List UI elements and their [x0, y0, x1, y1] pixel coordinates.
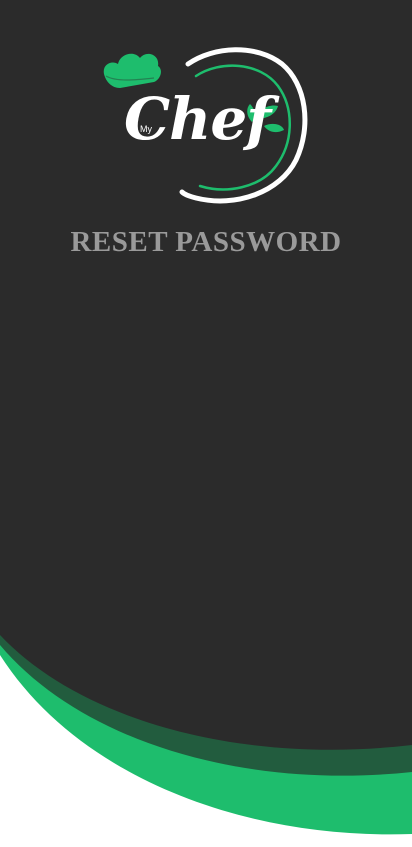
reset-password-screen: My Chef RESET PASSWORD [0, 0, 412, 847]
logo-name: Chef [124, 85, 271, 153]
page-title: RESET PASSWORD [70, 226, 342, 258]
chef-hat-icon [103, 53, 161, 88]
mychef-logo: My Chef [96, 42, 316, 212]
